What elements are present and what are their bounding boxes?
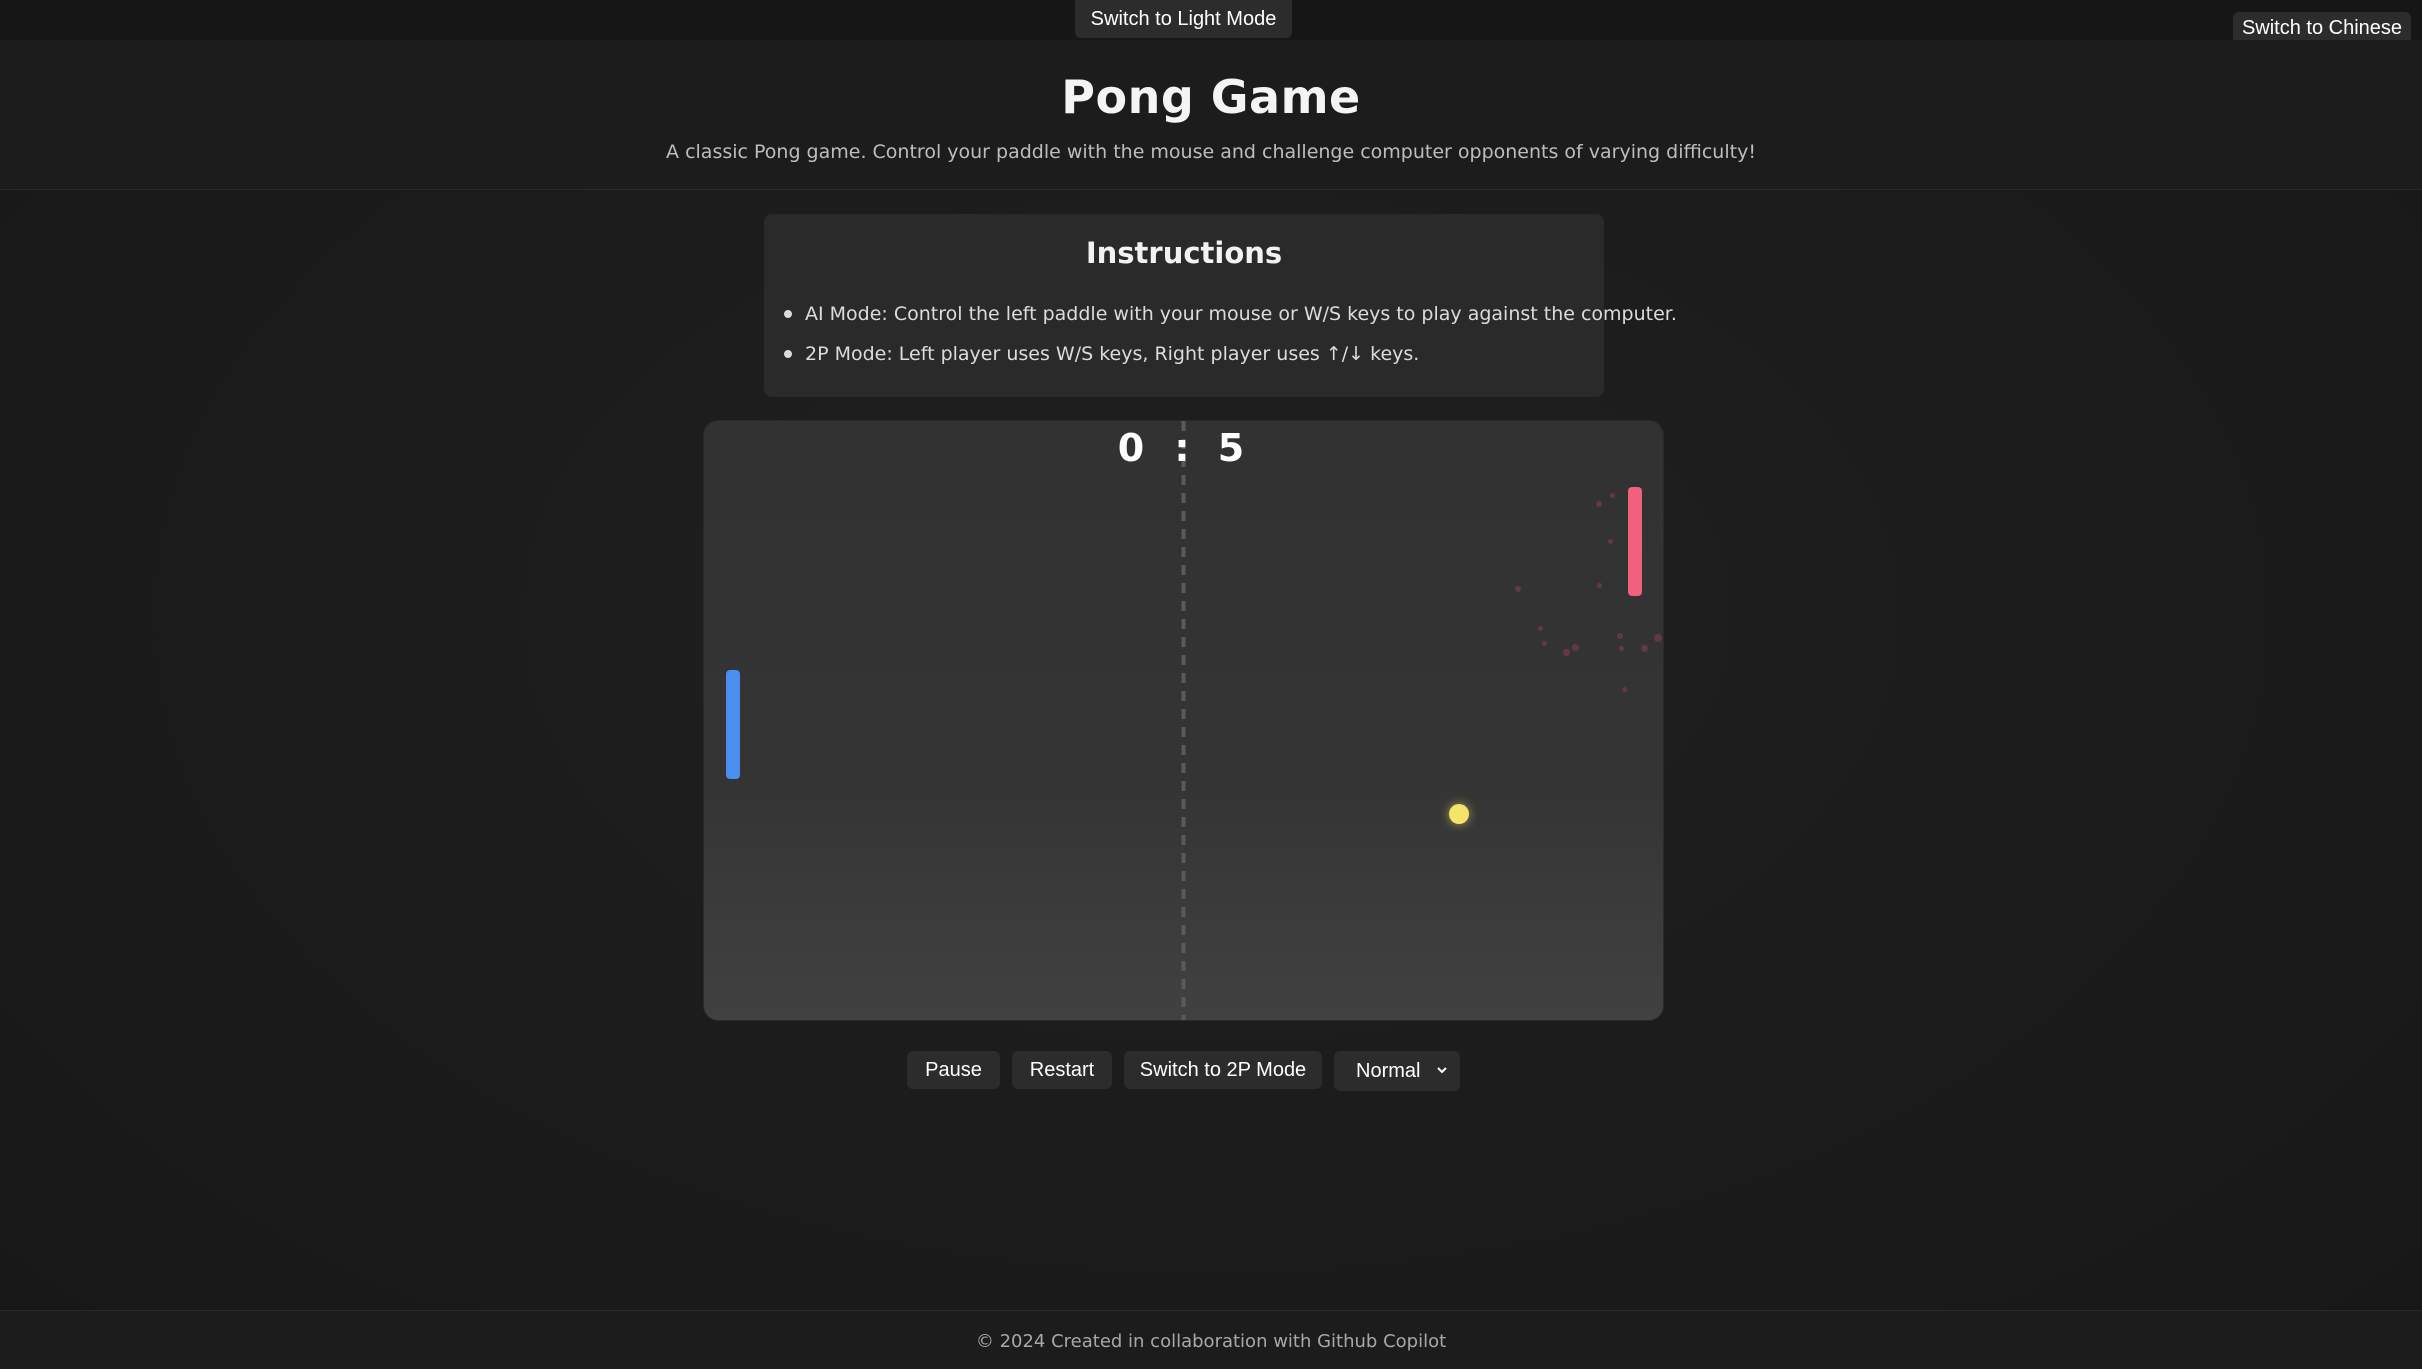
game-canvas[interactable]: 0 : 5	[704, 421, 1663, 1020]
particle	[1654, 634, 1662, 642]
score-separator: :	[1174, 426, 1190, 470]
instruction-item: 2P Mode: Left player uses W/S keys, Righ…	[764, 334, 1677, 374]
left-paddle	[726, 670, 740, 779]
instruction-text: AI Mode: Control the left paddle with yo…	[805, 303, 1677, 325]
particle	[1608, 539, 1613, 544]
instruction-item: AI Mode: Control the left paddle with yo…	[764, 294, 1677, 334]
footer-text: © 2024 Created in collaboration with Git…	[975, 1331, 1447, 1352]
ball	[1449, 804, 1469, 824]
page-title: Pong Game	[1061, 70, 1361, 124]
switch-mode-button[interactable]: Switch to 2P Mode	[1124, 1051, 1322, 1089]
particle	[1515, 586, 1521, 592]
difficulty-select[interactable]: Normal	[1334, 1051, 1460, 1091]
particle	[1596, 501, 1602, 507]
restart-button[interactable]: Restart	[1012, 1051, 1112, 1089]
instructions-panel: Instructions AI Mode: Control the left p…	[764, 214, 1677, 397]
particle	[1597, 583, 1602, 588]
page: Switch to Light Mode Switch to Chinese P…	[0, 0, 2422, 1369]
particle	[1619, 646, 1624, 651]
instructions-title: Instructions	[1085, 236, 1283, 270]
theme-toggle-button[interactable]: Switch to Light Mode	[1075, 0, 1292, 38]
particle	[1622, 687, 1627, 692]
instructions-list: AI Mode: Control the left paddle with yo…	[764, 294, 1677, 374]
footer: © 2024 Created in collaboration with Git…	[0, 1310, 2422, 1369]
page-subtitle: A classic Pong game. Control your paddle…	[666, 141, 1756, 163]
particle	[1563, 649, 1570, 656]
bullet-icon	[784, 310, 792, 318]
particle	[1617, 633, 1623, 639]
particle	[1538, 626, 1543, 631]
instruction-text: 2P Mode: Left player uses W/S keys, Righ…	[805, 343, 1420, 365]
bullet-icon	[784, 350, 792, 358]
right-paddle	[1628, 487, 1642, 596]
particle	[1572, 644, 1579, 651]
pause-button[interactable]: Pause	[907, 1051, 1000, 1089]
particle	[1641, 645, 1648, 652]
chevron-down-icon	[1437, 1067, 1447, 1074]
particle	[1542, 641, 1547, 646]
center-divider-line	[1181, 421, 1186, 1020]
score-left: 0	[1117, 426, 1145, 470]
difficulty-selected-value: Normal	[1356, 1060, 1421, 1082]
particle	[1610, 493, 1615, 498]
score-right: 5	[1217, 426, 1245, 470]
